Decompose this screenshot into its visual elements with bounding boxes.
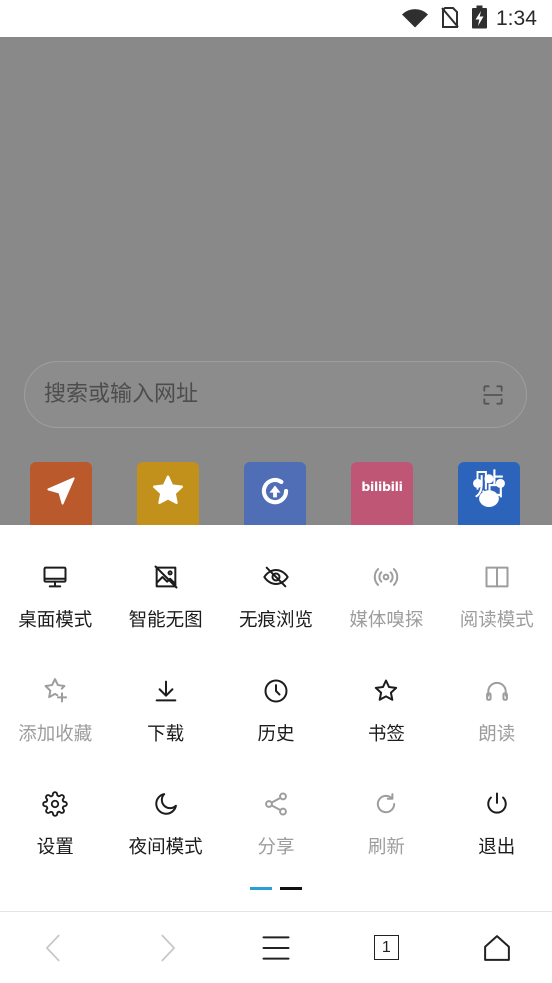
headphones-icon [483,677,511,705]
menu-item-night-mode[interactable]: 夜间模式 [110,772,220,886]
menu-item-history[interactable]: 历史 [221,659,331,773]
menu-item-label: 设置 [36,837,74,858]
menu-item-label: 书签 [367,723,405,745]
shortcut-favorites [137,462,199,534]
clock-icon [262,677,290,705]
navigation-icon [47,477,75,505]
menu-item-media-sniff[interactable]: 媒体嗅探 [331,545,441,659]
menu-item-share[interactable]: 分享 [221,772,331,886]
moon-icon [152,790,180,818]
search-placeholder: 搜索或输入网址 [44,382,199,407]
shortcut-navigation [30,462,92,534]
menu-button[interactable] [221,912,331,983]
gear-icon [41,790,69,818]
menu-item-bookmarks[interactable]: 书签 [331,659,441,773]
refresh-icon [372,790,400,818]
menu-item-label: 夜间模式 [128,837,203,858]
no-sim-icon [440,6,460,29]
download-icon [152,677,180,705]
eye-off-icon [262,563,290,591]
menu-item-desktop-mode[interactable]: 桌面模式 [0,545,110,659]
menu-item-add-favorite[interactable]: 添加收藏 [0,659,110,773]
forward-icon [160,934,175,961]
menu-item-no-image[interactable]: 智能无图 [110,545,220,659]
menu-item-label: 退出 [478,837,516,858]
power-icon [483,790,511,818]
bilibili-logo: bilibili [361,479,403,494]
menu-item-label: 下载 [147,723,185,745]
back-icon [46,934,60,961]
wifi-icon [401,8,429,28]
menu-item-incognito[interactable]: 无痕浏览 [221,545,331,659]
menu-item-exit[interactable]: 退出 [442,772,552,886]
page-indicator-active [250,887,272,890]
menu-item-label: 桌面模式 [18,610,93,631]
bottom-nav: 1 [0,912,552,983]
tabs-icon: 1 [373,935,399,960]
overlay-scrim[interactable]: 搜索或输入网址 bilibili 贴 [0,37,552,534]
reader-icon [483,563,511,591]
menu-item-reader-mode[interactable]: 阅读模式 [442,545,552,659]
paw-icon [473,474,505,507]
shortcut-tieba: 贴 [458,462,520,534]
menu-item-download[interactable]: 下载 [110,659,220,773]
menu-item-label: 无痕浏览 [238,610,313,631]
menu-item-label: 智能无图 [128,610,203,631]
star-icon [372,677,400,705]
menu-item-settings[interactable]: 设置 [0,772,110,886]
battery-charging-icon [471,5,488,29]
clock-time: 1:34 [496,7,537,30]
menu-item-label: 媒体嗅探 [349,610,424,631]
no-image-icon [152,563,180,591]
menu-icon [262,935,290,960]
menu-item-label: 分享 [257,837,295,858]
menu-item-label: 添加收藏 [18,723,93,745]
menu-item-refresh[interactable]: 刷新 [331,772,441,886]
home-button[interactable] [442,912,552,983]
star-icon [153,475,183,505]
search-bar: 搜索或输入网址 [24,361,527,428]
shortcut-app [244,462,306,534]
menu-item-label: 历史 [257,723,295,745]
shortcut-bilibili: bilibili [351,462,413,534]
desktop-icon [41,563,69,591]
menu-item-label: 阅读模式 [459,610,534,631]
back-button[interactable] [0,912,110,983]
menu-sheet: 桌面模式 智能无图 无痕浏览 媒体嗅探 阅读模式 添加收藏 下载 历史 书签 朗… [0,525,552,983]
radio-waves-icon [372,563,400,591]
forward-button[interactable] [110,912,220,983]
status-bar: 1:34 [0,0,552,37]
tabs-button[interactable]: 1 [331,912,441,983]
menu-item-label: 刷新 [367,837,405,858]
scan-icon [480,382,506,408]
star-plus-icon [41,677,69,705]
menu-grid: 桌面模式 智能无图 无痕浏览 媒体嗅探 阅读模式 添加收藏 下载 历史 书签 朗… [0,545,552,886]
menu-item-read-aloud[interactable]: 朗读 [442,659,552,773]
home-icon [483,934,510,961]
page-indicator-inactive [280,887,302,890]
tab-count: 1 [381,938,391,956]
menu-item-label: 朗读 [478,723,516,745]
app-logo-icon [261,478,289,505]
share-icon [262,790,290,818]
